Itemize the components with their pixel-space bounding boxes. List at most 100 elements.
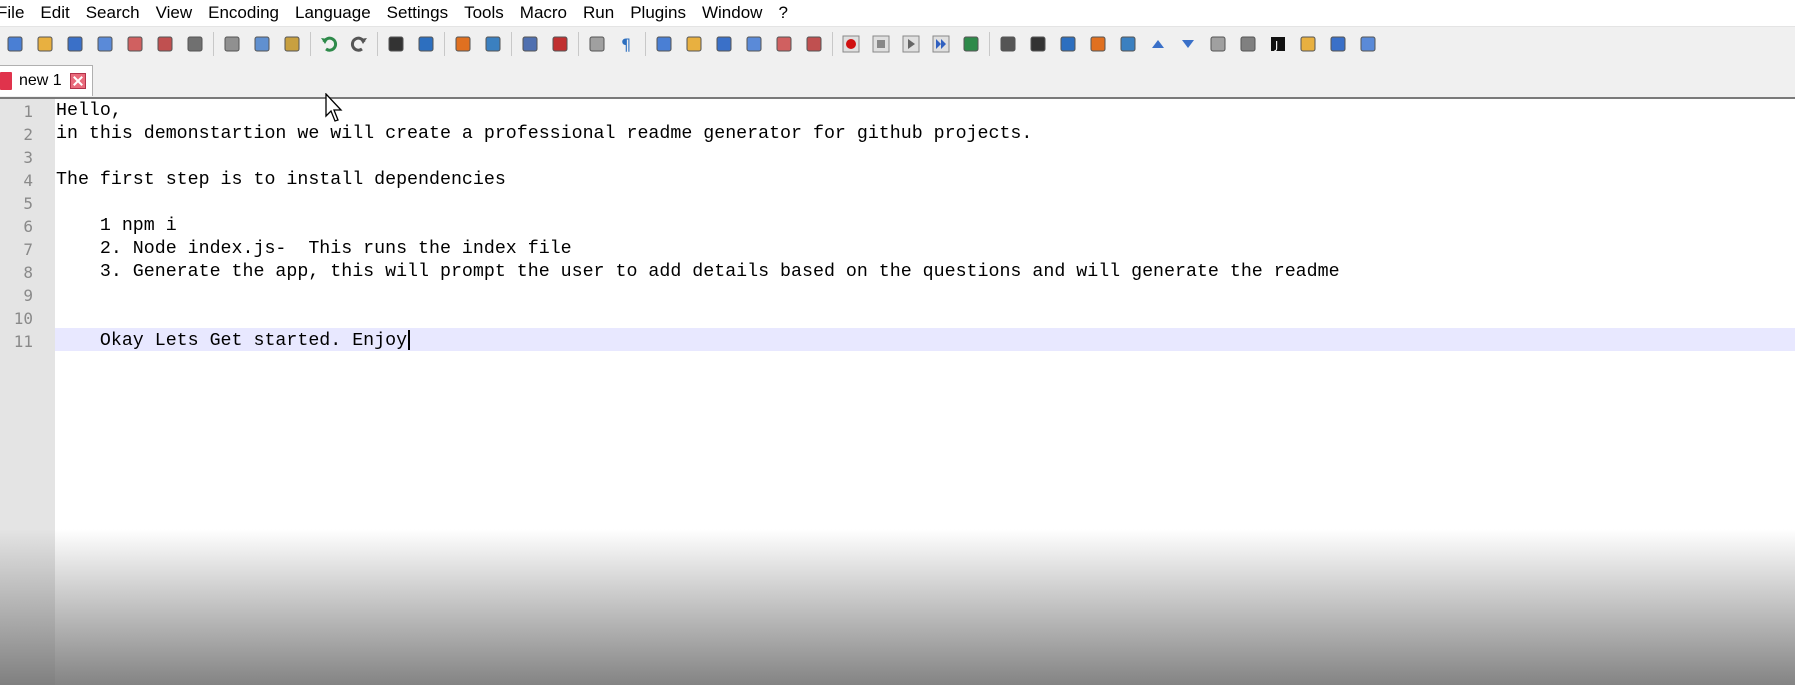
line-number: 3 xyxy=(23,148,33,167)
line-number: 9 xyxy=(23,286,33,305)
svg-text:J: J xyxy=(1274,39,1278,52)
menu-item[interactable]: Edit xyxy=(32,0,77,26)
code-line-text: 3. Generate the app, this will prompt th… xyxy=(56,262,1340,282)
arrow-up-icon[interactable] xyxy=(1146,32,1170,56)
screen-fade-overlay xyxy=(0,529,1795,685)
toolbar-separator xyxy=(511,32,512,56)
mouse-pointer-icon xyxy=(325,93,343,122)
zoom-out-icon[interactable] xyxy=(481,32,505,56)
toolbar-separator xyxy=(444,32,445,56)
menu-item[interactable]: Window xyxy=(694,0,770,26)
sync-vertical-icon[interactable] xyxy=(518,32,542,56)
toolbar: ¶ J xyxy=(0,26,1795,62)
close-icon[interactable] xyxy=(123,32,147,56)
line-number: 8 xyxy=(23,263,33,282)
plugin-a-icon[interactable] xyxy=(996,32,1020,56)
menu-item[interactable]: File xyxy=(0,0,32,26)
toolbar-separator xyxy=(832,32,833,56)
document-tab[interactable]: new 1 xyxy=(0,65,93,96)
sync-horizontal-icon[interactable] xyxy=(548,32,572,56)
save-all-icon[interactable] xyxy=(93,32,117,56)
code-line[interactable]: 2. Node index.js- This runs the index fi… xyxy=(56,238,572,261)
plugin-e-icon[interactable] xyxy=(1116,32,1140,56)
print-icon[interactable] xyxy=(183,32,207,56)
code-line-text: 1 npm i xyxy=(56,216,177,236)
plugin-b-icon[interactable] xyxy=(1026,32,1050,56)
close-tab-icon[interactable] xyxy=(69,73,86,89)
undo-icon[interactable] xyxy=(317,32,341,56)
plugin-f-icon[interactable] xyxy=(1206,32,1230,56)
code-line-text: Hello, xyxy=(56,101,122,121)
record-macro-icon[interactable] xyxy=(839,32,863,56)
pdf-icon[interactable] xyxy=(742,32,766,56)
menu-item[interactable]: Settings xyxy=(379,0,456,26)
toolbar-separator xyxy=(213,32,214,56)
svg-text:¶: ¶ xyxy=(621,35,631,54)
menu-bar: File Edit Search View Encoding Language Settin… xyxy=(0,0,1795,26)
text-caret xyxy=(408,330,411,351)
line-number: 4 xyxy=(23,171,33,190)
toolbar-separator xyxy=(578,32,579,56)
toolbar-separator xyxy=(377,32,378,56)
menu-item[interactable]: Language xyxy=(287,0,379,26)
play-macro-icon[interactable] xyxy=(899,32,923,56)
paste-icon[interactable] xyxy=(280,32,304,56)
line-number: 7 xyxy=(23,240,33,259)
plugin-c-icon[interactable] xyxy=(1056,32,1080,56)
open-file-icon[interactable] xyxy=(33,32,57,56)
replace-icon[interactable] xyxy=(414,32,438,56)
toolbar-separator xyxy=(989,32,990,56)
plugin-d-icon[interactable] xyxy=(1086,32,1110,56)
line-number: 10 xyxy=(13,309,33,328)
arrow-down-icon[interactable] xyxy=(1176,32,1200,56)
menu-item[interactable]: ? xyxy=(770,0,795,26)
zoom-in-icon[interactable] xyxy=(451,32,475,56)
show-all-characters-icon[interactable]: ¶ xyxy=(615,32,639,56)
line-number: 2 xyxy=(23,125,33,144)
monitoring-icon[interactable] xyxy=(802,32,826,56)
line-number: 6 xyxy=(23,217,33,236)
plugin-h-icon[interactable] xyxy=(1296,32,1320,56)
find-icon[interactable] xyxy=(384,32,408,56)
editor-area[interactable]: 1 2 3 4 5 6 7 8 9 10 11 Hello, in this demonstartio… xyxy=(0,99,1795,685)
line-number-gutter: 1 2 3 4 5 6 7 8 9 10 11 xyxy=(0,99,55,685)
document-map-icon[interactable] xyxy=(682,32,706,56)
new-file-icon[interactable] xyxy=(3,32,27,56)
redo-icon[interactable] xyxy=(347,32,371,56)
line-number: 11 xyxy=(13,332,33,351)
code-line[interactable]: The first step is to install dependencie… xyxy=(56,169,506,192)
code-line[interactable]: Hello, xyxy=(56,100,122,123)
function-list-icon[interactable] xyxy=(712,32,736,56)
menu-item[interactable]: Plugins xyxy=(622,0,694,26)
code-line-text: 2. Node index.js- This runs the index fi… xyxy=(56,239,572,259)
code-line[interactable]: in this demonstartion we will create a p… xyxy=(56,123,1032,146)
run-macro-multiple-icon[interactable] xyxy=(929,32,953,56)
menu-item[interactable]: View xyxy=(148,0,201,26)
menu-item[interactable]: Run xyxy=(575,0,622,26)
save-macro-icon[interactable] xyxy=(959,32,983,56)
plugin-i-icon[interactable] xyxy=(1326,32,1350,56)
toolbar-separator xyxy=(310,32,311,56)
copy-icon[interactable] xyxy=(250,32,274,56)
code-line[interactable]: 3. Generate the app, this will prompt th… xyxy=(56,261,1340,284)
menu-item[interactable]: Encoding xyxy=(200,0,287,26)
word-wrap-icon[interactable] xyxy=(585,32,609,56)
code-line[interactable]: Okay Lets Get started. Enjoy xyxy=(56,330,411,353)
code-line-text: The first step is to install dependencie… xyxy=(56,170,506,190)
indent-guide-icon[interactable] xyxy=(652,32,676,56)
spellcheck-icon[interactable] xyxy=(1356,32,1380,56)
save-icon[interactable] xyxy=(63,32,87,56)
tab-label: new 1 xyxy=(19,72,62,89)
plugin-j-icon[interactable]: J xyxy=(1266,32,1290,56)
menu-item[interactable]: Tools xyxy=(456,0,512,26)
stop-recording-icon[interactable] xyxy=(869,32,893,56)
folder-workspace-icon[interactable] xyxy=(772,32,796,56)
cut-icon[interactable] xyxy=(220,32,244,56)
close-all-icon[interactable] xyxy=(153,32,177,56)
menu-item[interactable]: Macro xyxy=(512,0,575,26)
plugin-g-icon[interactable] xyxy=(1236,32,1260,56)
code-line-text: Okay Lets Get started. Enjoy xyxy=(56,331,408,351)
menu-item[interactable]: Search xyxy=(78,0,148,26)
tab-bar: new 1 xyxy=(0,61,1795,99)
code-line[interactable]: 1 npm i xyxy=(56,215,177,238)
